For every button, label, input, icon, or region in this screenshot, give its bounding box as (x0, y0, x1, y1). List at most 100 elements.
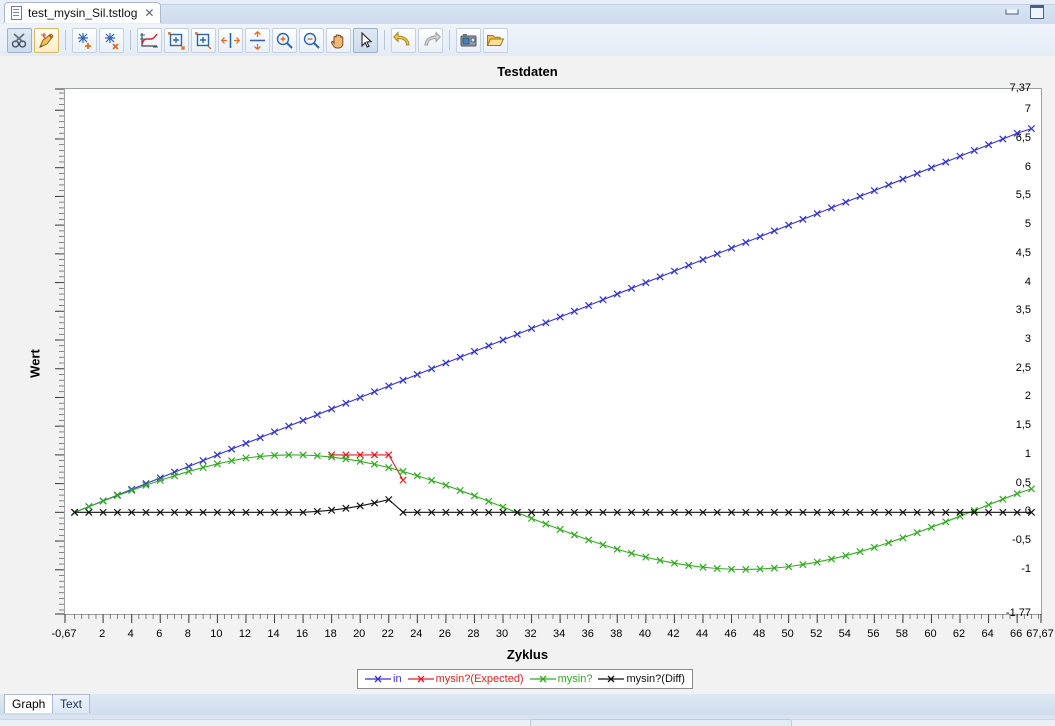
x-tick-label: 38 (610, 628, 623, 640)
maximize-window-button[interactable] (1028, 4, 1045, 19)
zoom-box-button[interactable] (164, 27, 189, 53)
view-tab-text[interactable]: Text (52, 694, 91, 713)
x-tick-label: 36 (581, 628, 594, 640)
y-axis-label: Wert (27, 349, 43, 378)
y-tick-label: 3 (1024, 333, 1031, 345)
highlighter-icon (39, 32, 54, 48)
x-tick-label: 8 (184, 628, 191, 640)
minimize-window-button[interactable] (1003, 5, 1020, 18)
x-tick-label: 48 (752, 628, 766, 640)
toolbar-separator (449, 30, 450, 50)
x-tick-label: -0,67 (51, 628, 77, 640)
x-tick-label: 26 (438, 628, 451, 640)
plot-series-svg (70, 125, 1036, 574)
x-tick-label: 42 (667, 628, 680, 640)
legend-marker-icon (598, 675, 625, 683)
toolbar-group-file (455, 27, 509, 53)
zoom-box-alt-button[interactable] (191, 27, 216, 53)
y-tick-label: 6,5 (1015, 131, 1031, 144)
application-window: test_mysin_Sil.tstlog ✕ Testdaten Wert Z… (0, 0, 1055, 726)
x-tick-label: 58 (895, 628, 909, 640)
x-tick-label: 40 (638, 628, 651, 640)
y-tick-label: 7,37 (1009, 82, 1031, 94)
legend-label: mysin?(Diff) (626, 673, 685, 685)
x-tick-label: 2 (99, 628, 106, 640)
plot-area[interactable] (64, 88, 1042, 615)
pan-button[interactable] (326, 27, 351, 53)
add-cursor-button[interactable] (72, 27, 97, 53)
toolbar-separator (130, 30, 131, 50)
y-axis-ticks (55, 88, 64, 615)
view-tab-graph[interactable]: Graph (4, 694, 54, 713)
x-tick-label: 18 (324, 628, 337, 640)
toolbar-separator (65, 30, 66, 50)
x-tick-label: 54 (838, 628, 851, 640)
document-icon (11, 6, 23, 20)
x-tick-label: 67,67 (1026, 628, 1054, 640)
title-bar: test_mysin_Sil.tstlog ✕ (0, 0, 1055, 24)
zoom-in-icon (276, 32, 293, 49)
redo-arrow-icon (424, 30, 441, 45)
legend-label: in (393, 673, 402, 685)
y-tick-label: 0,5 (1015, 476, 1031, 489)
legend-marker-icon (529, 675, 556, 683)
x-axis-ticks (64, 614, 1042, 623)
fit-graph-button[interactable] (137, 27, 162, 53)
x-tick-label: 66 (1010, 628, 1023, 640)
y-tick-label: 5 (1024, 218, 1031, 231)
y-tick-label: -1 (1021, 562, 1031, 575)
x-tick-label: 46 (724, 628, 737, 640)
zoom-out-button[interactable] (299, 27, 324, 53)
zoom-box-alt-icon (195, 31, 212, 49)
toolbar-group-zoom (136, 27, 379, 53)
zoom-box-icon (168, 31, 185, 50)
select-button[interactable] (353, 27, 378, 53)
x-axis-label: Zyklus (506, 647, 549, 662)
toolbar-group-tools (6, 27, 60, 53)
legend-item-in[interactable]: in (365, 673, 402, 685)
snapshot-button[interactable] (456, 27, 481, 53)
view-tab-label: Text (60, 697, 83, 711)
x-tick-label: 30 (495, 628, 509, 640)
undo-arrow-icon (393, 30, 410, 45)
cut-tool-button[interactable] (7, 27, 32, 53)
x-tick-label: 20 (353, 628, 366, 640)
fit-vertical-icon (250, 30, 265, 50)
redo-button[interactable] (418, 27, 443, 53)
legend-item-mysin-[interactable]: mysin? (529, 673, 592, 685)
crosshair-minus-icon (105, 32, 119, 50)
y-tick-label: 2,5 (1015, 361, 1031, 374)
remove-cursor-button[interactable] (99, 27, 124, 53)
open-file-button[interactable] (483, 27, 508, 53)
undo-button[interactable] (391, 27, 416, 53)
y-tick-label: 4 (1024, 275, 1031, 288)
y-tick-label: 6 (1024, 160, 1031, 173)
zoom-in-button[interactable] (272, 27, 297, 53)
camera-icon (460, 33, 477, 46)
chart-toolbar (0, 24, 1055, 57)
chart-legend: in mysin?(Expected) mysin? mysin?(Diff) (357, 669, 693, 689)
tab-strip-background (160, 4, 1055, 24)
x-tick-label: 60 (924, 628, 937, 640)
close-icon[interactable]: ✕ (144, 7, 154, 19)
y-tick-label: 1 (1024, 447, 1031, 460)
x-tick-label: 62 (952, 628, 966, 640)
x-tick-label: 10 (210, 628, 223, 640)
series-mysin-diff- (70, 495, 1036, 516)
legend-marker-icon (365, 675, 391, 683)
graph-fit-icon (140, 32, 158, 48)
series-in (70, 125, 1036, 516)
minimize-icon (1005, 9, 1018, 14)
folder-open-icon (486, 34, 505, 46)
fit-vertical-button[interactable] (245, 27, 270, 53)
legend-label: mysin?(Expected) (435, 673, 524, 685)
legend-item-mysin-expected-[interactable]: mysin?(Expected) (407, 673, 524, 685)
marker-tool-button[interactable] (34, 27, 59, 53)
x-tick-label: 50 (781, 628, 794, 640)
y-tick-label: 2 (1024, 390, 1031, 403)
editor-tab-test-mysin-sil[interactable]: test_mysin_Sil.tstlog ✕ (4, 2, 162, 23)
legend-item-mysin-diff-[interactable]: mysin?(Diff) (598, 673, 685, 685)
fit-horizontal-button[interactable] (218, 27, 243, 53)
legend-marker-icon (407, 675, 434, 683)
toolbar-group-history (390, 27, 444, 53)
